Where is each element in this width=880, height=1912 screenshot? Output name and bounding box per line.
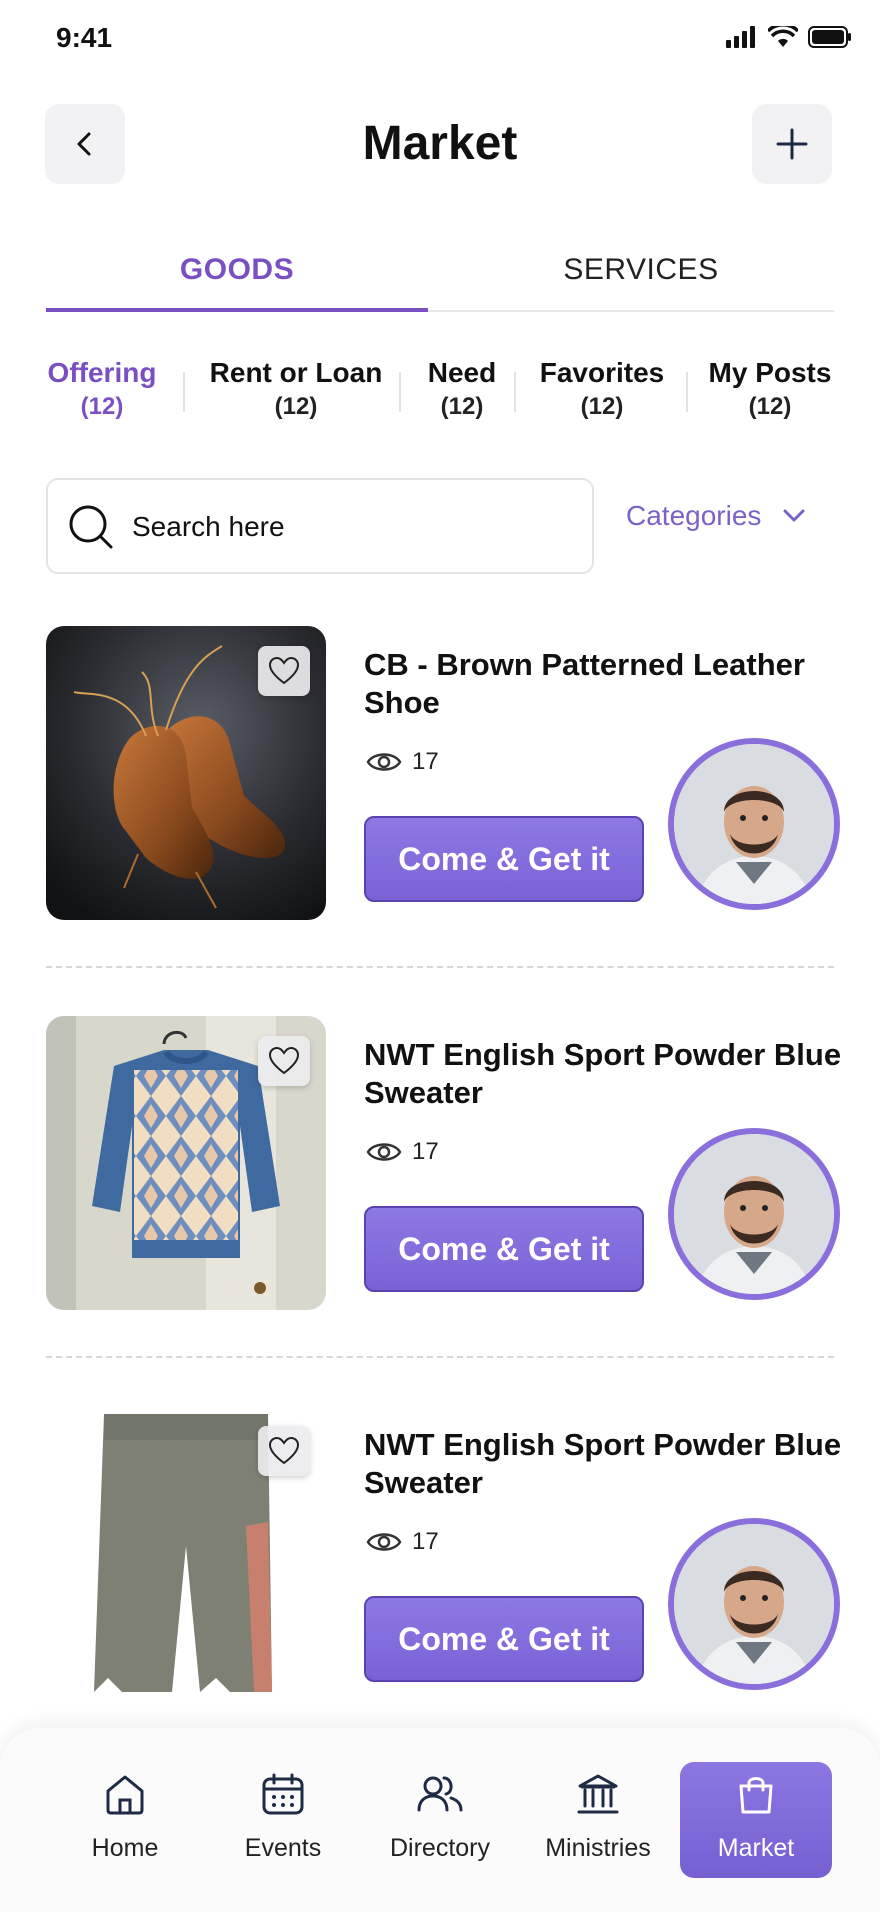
favorite-button[interactable]: [258, 646, 310, 696]
subtab-need[interactable]: Need (12): [414, 356, 510, 424]
subtab-my-posts[interactable]: My Posts (12): [700, 356, 840, 424]
nav-label: Directory: [389, 1834, 490, 1862]
subtab-divider: [399, 372, 401, 412]
subtab-divider: [183, 372, 185, 412]
favorite-button[interactable]: [258, 1426, 310, 1476]
view-count-value: 17: [412, 748, 439, 775]
seller-avatar[interactable]: [668, 1518, 840, 1690]
main-tabs: GOODS SERVICES: [46, 240, 834, 312]
status-bar: 9:41: [0, 0, 880, 80]
nav-events[interactable]: Events: [207, 1762, 359, 1878]
view-count-value: 17: [412, 1528, 439, 1555]
heart-icon: [268, 1046, 300, 1075]
eye-icon: [366, 1143, 402, 1161]
avatar-image: [674, 744, 834, 904]
nav-directory[interactable]: Directory: [364, 1762, 516, 1878]
shopping-bag-icon: [739, 1777, 773, 1814]
subtab-label: My Posts: [708, 357, 832, 388]
page-title: Market: [362, 117, 518, 170]
categories-label: Categories: [626, 500, 762, 531]
nav-home[interactable]: Home: [49, 1762, 201, 1878]
eye-icon: [366, 1533, 402, 1551]
listing-divider: [46, 966, 834, 968]
nav-ministries[interactable]: Ministries: [522, 1762, 674, 1878]
status-icons: [726, 26, 852, 48]
nav-label: Ministries: [545, 1834, 651, 1862]
subtab-rent-or-loan[interactable]: Rent or Loan (12): [202, 356, 390, 424]
view-count: 17: [366, 1528, 439, 1556]
subtab-count: (12): [580, 393, 624, 420]
search-icon: [69, 505, 113, 549]
chevron-down-icon: [783, 509, 805, 522]
people-icon: [417, 1776, 463, 1812]
battery-icon: [808, 26, 851, 48]
plus-icon: [776, 128, 808, 160]
subtab-label: Rent or Loan: [209, 357, 383, 388]
subtab-divider: [686, 372, 688, 412]
favorite-button[interactable]: [258, 1036, 310, 1086]
search-input[interactable]: [132, 500, 572, 554]
listing-title[interactable]: NWT English Sport Powder Blue Sweater: [364, 1036, 844, 1112]
come-and-get-it-button[interactable]: Come & Get it: [364, 1596, 644, 1682]
subtab-favorites[interactable]: Favorites (12): [528, 356, 676, 424]
tab-goods[interactable]: GOODS: [46, 240, 428, 312]
tab-services[interactable]: SERVICES: [450, 240, 832, 312]
listing-title[interactable]: NWT English Sport Powder Blue Sweater: [364, 1426, 844, 1502]
subtab-count: (12): [274, 393, 318, 420]
listing-divider: [46, 1356, 834, 1358]
subtab-offering[interactable]: Offering (12): [38, 356, 166, 424]
listing-card[interactable]: CB - Brown Patterned Leather Shoe 17 Com…: [46, 626, 846, 926]
nav-label: Market: [717, 1834, 795, 1862]
view-count: 17: [366, 748, 439, 776]
avatar-image: [674, 1524, 834, 1684]
nav-label: Events: [244, 1834, 322, 1862]
seller-avatar[interactable]: [668, 738, 840, 910]
header: Market: [0, 100, 880, 190]
subtab-label: Favorites: [539, 357, 665, 388]
view-count: 17: [366, 1138, 439, 1166]
come-and-get-it-button[interactable]: Come & Get it: [364, 816, 644, 902]
subtab-label: Need: [427, 357, 497, 388]
avatar-image: [674, 1134, 834, 1294]
categories-dropdown[interactable]: Categories: [626, 500, 805, 532]
subtab-label: Offering: [47, 357, 157, 388]
calendar-icon: [262, 1773, 304, 1815]
nav-label: Home: [91, 1834, 159, 1862]
subtab-count: (12): [440, 393, 484, 420]
heart-icon: [268, 1436, 300, 1465]
add-post-button[interactable]: [752, 104, 832, 184]
bottom-navigation: Home Events Directory Ministries Market: [0, 1728, 880, 1912]
come-and-get-it-button[interactable]: Come & Get it: [364, 1206, 644, 1292]
home-icon: [106, 1775, 144, 1815]
subtab-count: (12): [80, 393, 124, 420]
nav-market[interactable]: Market: [680, 1762, 832, 1878]
listing-title[interactable]: CB - Brown Patterned Leather Shoe: [364, 646, 844, 722]
sub-tabs: Offering (12) Rent or Loan (12) Need (12…: [38, 356, 848, 436]
listing-card[interactable]: NWT English Sport Powder Blue Sweater 17…: [46, 1016, 846, 1316]
subtab-count: (12): [748, 393, 792, 420]
subtab-divider: [514, 372, 516, 412]
listing-card[interactable]: NWT English Sport Powder Blue Sweater 17…: [46, 1406, 846, 1706]
search-box: [46, 478, 594, 574]
seller-avatar[interactable]: [668, 1128, 840, 1300]
building-icon: [577, 1774, 619, 1814]
view-count-value: 17: [412, 1138, 439, 1165]
eye-icon: [366, 753, 402, 771]
wifi-icon: [768, 26, 798, 47]
status-time: 9:41: [56, 22, 113, 53]
heart-icon: [268, 656, 300, 685]
signal-icon: [726, 26, 755, 48]
